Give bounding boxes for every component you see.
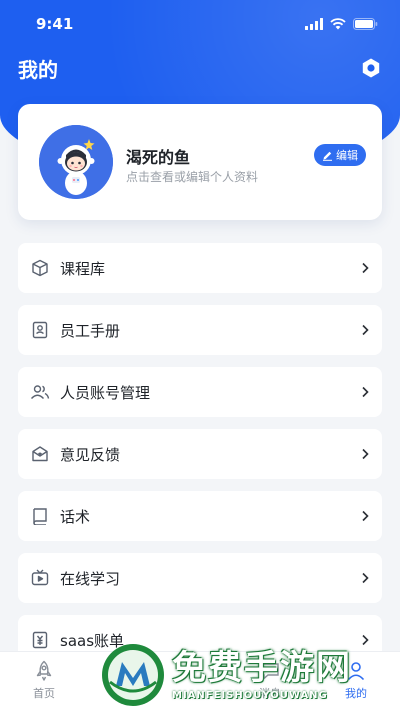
handbook-icon (30, 320, 50, 340)
avatar[interactable] (39, 125, 113, 199)
users-icon (30, 382, 50, 402)
menu-label: 意见反馈 (60, 445, 121, 464)
menu-label: 人员账号管理 (60, 383, 151, 402)
edit-profile-button[interactable]: 编辑 (314, 144, 366, 166)
watermark: 免费手游网 MIANFEISHOUYOUWANG (100, 638, 400, 711)
menu-item-account-management[interactable]: 人员账号管理 (18, 367, 382, 417)
feedback-icon (30, 444, 50, 464)
settings-hexagon-icon[interactable] (360, 57, 382, 79)
page-title: 我的 (18, 57, 58, 82)
username: 渴死的鱼 (126, 148, 191, 167)
watermark-logo-icon (102, 643, 164, 706)
menu-item-course-library[interactable]: 课程库 (18, 243, 382, 293)
edit-label: 编辑 (336, 149, 358, 162)
tab-home[interactable]: 首页 (14, 652, 74, 711)
battery-icon (353, 18, 378, 30)
status-bar: 9:41 (0, 0, 400, 48)
menu-label: 在线学习 (60, 569, 121, 588)
menu-label: 员工手册 (60, 321, 121, 340)
astronaut-avatar-icon (39, 125, 113, 199)
cube-icon (30, 258, 50, 278)
signal-icon (305, 18, 323, 30)
menu-label: 话术 (60, 507, 91, 526)
header: 我的 (18, 52, 382, 84)
watermark-en: MIANFEISHOUYOUWANG (172, 690, 328, 701)
book-icon (30, 506, 50, 526)
chevron-right-icon (362, 448, 369, 460)
tab-label: 首页 (33, 687, 55, 700)
watermark-cn: 免费手游网 (172, 648, 352, 688)
menu-label: 课程库 (60, 259, 106, 278)
chevron-right-icon (362, 324, 369, 336)
profile-card[interactable]: 渴死的鱼 点击查看或编辑个人资料 编辑 (18, 104, 382, 220)
chevron-right-icon (362, 262, 369, 274)
chevron-right-icon (362, 386, 369, 398)
menu-item-employee-handbook[interactable]: 员工手册 (18, 305, 382, 355)
chevron-right-icon (362, 572, 369, 584)
menu-item-online-learning[interactable]: 在线学习 (18, 553, 382, 603)
bill-icon (30, 630, 50, 650)
menu-item-feedback[interactable]: 意见反馈 (18, 429, 382, 479)
status-time: 9:41 (36, 15, 74, 33)
chevron-right-icon (362, 510, 369, 522)
menu-item-scripts[interactable]: 话术 (18, 491, 382, 541)
rocket-icon (36, 660, 52, 681)
pencil-icon (323, 151, 332, 161)
profile-hint: 点击查看或编辑个人资料 (126, 170, 259, 184)
status-icons (305, 18, 378, 30)
wifi-icon (330, 18, 346, 30)
tv-icon (30, 568, 50, 588)
